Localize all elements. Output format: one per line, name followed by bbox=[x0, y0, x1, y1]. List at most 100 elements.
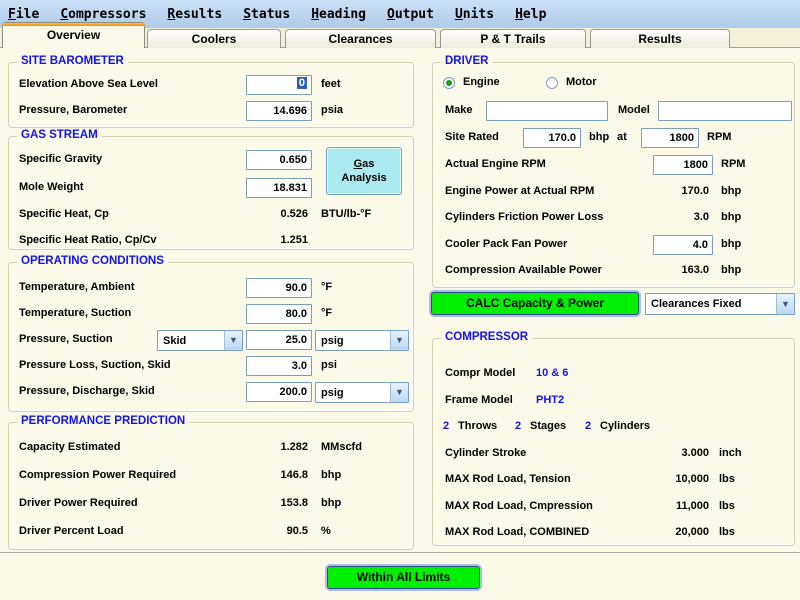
rod-compression-unit: lbs bbox=[719, 500, 735, 512]
performance-prediction-group: PERFORMANCE PREDICTION Capacity Estimate… bbox=[8, 422, 414, 550]
rod-compression-value: 11,000 bbox=[623, 500, 709, 512]
throws-label: Throws bbox=[458, 420, 497, 432]
compression-power-value: 146.8 bbox=[246, 469, 308, 481]
specific-heat-ratio-value: 1.251 bbox=[246, 234, 308, 246]
compression-power-unit: bhp bbox=[321, 469, 341, 481]
menu-status[interactable]: Status bbox=[243, 7, 290, 22]
compr-model-label: Compr Model bbox=[445, 367, 515, 379]
pressure-loss-input[interactable] bbox=[246, 356, 312, 376]
engine-radio-label: Engine bbox=[463, 76, 500, 88]
rod-tension-label: MAX Rod Load, Tension bbox=[445, 473, 571, 485]
site-rated-rpm-input[interactable] bbox=[641, 128, 699, 148]
frame-model-value: PHT2 bbox=[536, 394, 564, 406]
tab-results[interactable]: Results bbox=[590, 29, 730, 48]
clearances-mode-dropdown[interactable]: Clearances Fixed ▼ bbox=[645, 293, 795, 315]
actual-rpm-label: Actual Engine RPM bbox=[445, 158, 546, 170]
throws-count: 2 bbox=[443, 420, 449, 432]
frame-model-label: Frame Model bbox=[445, 394, 513, 406]
operating-conditions-group: OPERATING CONDITIONS Temperature, Ambien… bbox=[8, 262, 414, 412]
driver-title: DRIVER bbox=[441, 55, 492, 67]
stages-label: Stages bbox=[530, 420, 566, 432]
rod-compression-label: MAX Rod Load, Cmpression bbox=[445, 500, 593, 512]
driver-group: DRIVER Engine Motor Make Model Site Rate… bbox=[432, 62, 795, 288]
fan-power-input[interactable] bbox=[653, 235, 713, 255]
operating-conditions-title: OPERATING CONDITIONS bbox=[17, 255, 168, 267]
barometer-label: Pressure, Barometer bbox=[19, 104, 127, 116]
available-power-label: Compression Available Power bbox=[445, 264, 602, 276]
pressure-discharge-input[interactable] bbox=[246, 382, 312, 402]
friction-loss-label: Cylinders Friction Power Loss bbox=[445, 211, 603, 223]
specific-heat-ratio-label: Specific Heat Ratio, Cp/Cv bbox=[19, 234, 157, 246]
calc-capacity-power-button[interactable]: CALC Capacity & Power bbox=[431, 292, 639, 315]
menu-units[interactable]: Units bbox=[455, 7, 494, 22]
temp-suction-unit: °F bbox=[321, 307, 332, 319]
within-all-limits-button[interactable]: Within All Limits bbox=[327, 566, 480, 589]
gas-analysis-button[interactable]: Gas Analysis bbox=[326, 147, 402, 195]
make-input[interactable] bbox=[486, 101, 608, 121]
mole-weight-input[interactable] bbox=[246, 178, 312, 198]
tab-pt-trails[interactable]: P & T Trails bbox=[440, 29, 586, 48]
specific-heat-unit: BTU/lb-°F bbox=[321, 208, 371, 220]
menu-output[interactable]: Output bbox=[387, 7, 434, 22]
engine-radio[interactable] bbox=[443, 77, 455, 89]
gas-stream-title: GAS STREAM bbox=[17, 129, 102, 141]
site-barometer-group: SITE BAROMETER Elevation Above Sea Level… bbox=[8, 62, 414, 128]
pressure-loss-label: Pressure Loss, Suction, Skid bbox=[19, 359, 171, 371]
barometer-unit: psia bbox=[321, 104, 343, 116]
chevron-down-icon: ▼ bbox=[776, 294, 794, 314]
actual-rpm-input[interactable] bbox=[653, 155, 713, 175]
driver-percent-load-value: 90.5 bbox=[246, 525, 308, 537]
specific-gravity-label: Specific Gravity bbox=[19, 153, 102, 165]
elevation-input[interactable]: 0 bbox=[246, 75, 312, 95]
driver-power-unit: bhp bbox=[321, 497, 341, 509]
gas-stream-group: GAS STREAM Specific Gravity Mole Weight … bbox=[8, 136, 414, 250]
cylinder-stroke-label: Cylinder Stroke bbox=[445, 447, 526, 459]
fan-power-unit: bhp bbox=[721, 238, 741, 250]
tab-coolers[interactable]: Coolers bbox=[147, 29, 281, 48]
cylinders-label: Cylinders bbox=[600, 420, 650, 432]
chevron-down-icon: ▼ bbox=[224, 331, 242, 350]
cylinders-count: 2 bbox=[585, 420, 591, 432]
compr-model-value: 10 & 6 bbox=[536, 367, 568, 379]
tab-overview[interactable]: Overview bbox=[2, 22, 145, 48]
specific-gravity-input[interactable] bbox=[246, 150, 312, 170]
motor-radio-label: Motor bbox=[566, 76, 597, 88]
pressure-suction-input[interactable] bbox=[246, 330, 312, 350]
fan-power-label: Cooler Pack Fan Power bbox=[445, 238, 567, 250]
pressure-discharge-unit-dropdown[interactable]: psig ▼ bbox=[315, 382, 409, 403]
pressure-suction-unit-dropdown[interactable]: psig ▼ bbox=[315, 330, 409, 351]
temp-ambient-input[interactable] bbox=[246, 278, 312, 298]
rod-combined-unit: lbs bbox=[719, 526, 735, 538]
site-rated-rpm-unit: RPM bbox=[707, 131, 731, 143]
tab-clearances[interactable]: Clearances bbox=[285, 29, 436, 48]
menu-results[interactable]: Results bbox=[167, 7, 222, 22]
available-power-unit: bhp bbox=[721, 264, 741, 276]
pressure-suction-ref-dropdown[interactable]: Skid ▼ bbox=[157, 330, 243, 351]
menu-heading[interactable]: Heading bbox=[311, 7, 366, 22]
rod-tension-unit: lbs bbox=[719, 473, 735, 485]
barometer-input[interactable] bbox=[246, 101, 312, 121]
chevron-down-icon: ▼ bbox=[390, 331, 408, 350]
bottom-divider bbox=[0, 552, 800, 554]
gas-analysis-line1: Gas bbox=[327, 157, 401, 171]
motor-radio[interactable] bbox=[546, 77, 558, 89]
capacity-estimated-value: 1.282 bbox=[246, 441, 308, 453]
specific-heat-label: Specific Heat, Cp bbox=[19, 208, 109, 220]
menu-compressors[interactable]: Compressors bbox=[60, 7, 146, 22]
pressure-suction-ref-value: Skid bbox=[163, 335, 186, 347]
friction-loss-value: 3.0 bbox=[623, 211, 709, 223]
compressor-group: COMPRESSOR Compr Model 10 & 6 Frame Mode… bbox=[432, 338, 795, 546]
friction-loss-unit: bhp bbox=[721, 211, 741, 223]
compressor-title: COMPRESSOR bbox=[441, 331, 532, 343]
stages-count: 2 bbox=[515, 420, 521, 432]
site-rated-power-input[interactable] bbox=[523, 128, 581, 148]
temp-ambient-label: Temperature, Ambient bbox=[19, 281, 135, 293]
compression-power-label: Compression Power Required bbox=[19, 469, 176, 481]
specific-heat-value: 0.526 bbox=[246, 208, 308, 220]
menu-file[interactable]: File bbox=[8, 7, 39, 22]
elevation-label: Elevation Above Sea Level bbox=[19, 78, 158, 90]
pressure-suction-label: Pressure, Suction bbox=[19, 333, 113, 345]
temp-suction-input[interactable] bbox=[246, 304, 312, 324]
model-input[interactable] bbox=[658, 101, 792, 121]
menu-help[interactable]: Help bbox=[515, 7, 546, 22]
